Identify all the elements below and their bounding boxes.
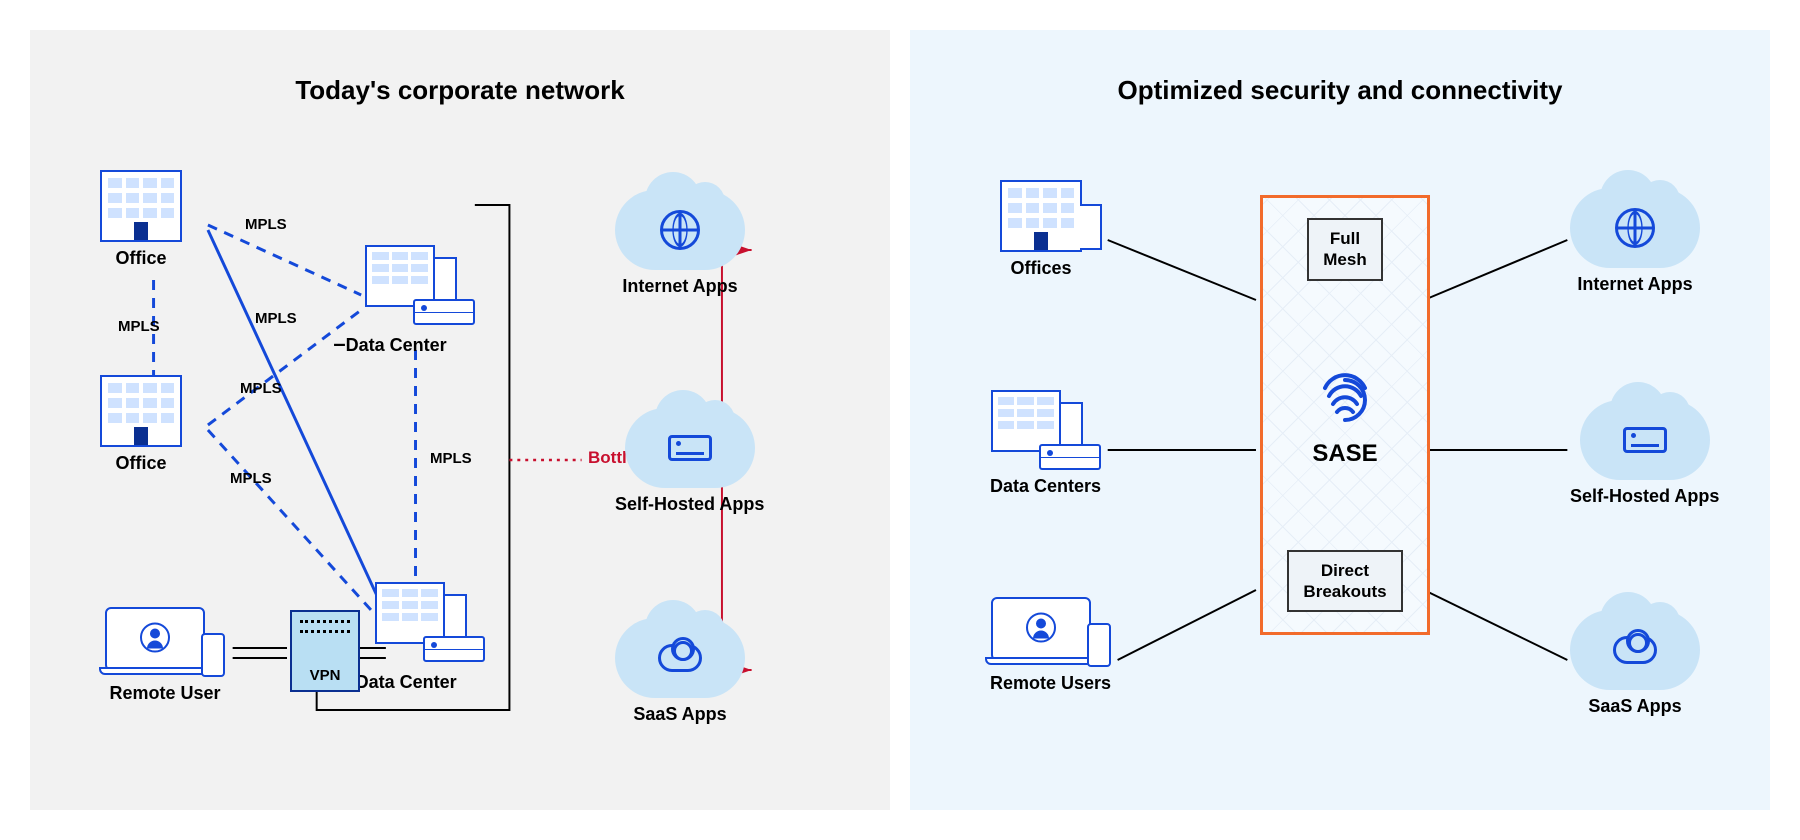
cloud-icon bbox=[1613, 636, 1657, 664]
node-dc-1: –Data Center bbox=[365, 245, 475, 357]
vpn-box: VPN bbox=[290, 610, 360, 692]
legacy-connectors bbox=[30, 30, 890, 810]
globe-icon bbox=[660, 210, 700, 250]
data-centers-label: Data Centers bbox=[990, 476, 1101, 497]
dc-2-label: –Data Center bbox=[343, 668, 456, 694]
mpls-label: MPLS bbox=[230, 470, 272, 487]
mpls-label: MPLS bbox=[240, 380, 282, 397]
node-dc-2: –Data Center bbox=[375, 582, 485, 694]
sase-full-mesh-chip: Full Mesh bbox=[1307, 218, 1382, 281]
mpls-label: MPLS bbox=[255, 310, 297, 327]
office-2-label: Office bbox=[115, 453, 166, 474]
sase-direct-breakouts-chip: Direct Breakouts bbox=[1287, 550, 1402, 613]
cloud-self-hosted-apps: Self-Hosted Apps bbox=[1570, 400, 1719, 507]
node-remote-users: Remote Users bbox=[990, 595, 1111, 694]
dc-1-label: –Data Center bbox=[333, 331, 446, 357]
remote-user-label: Remote User bbox=[109, 683, 220, 704]
saas-apps-label: SaaS Apps bbox=[1588, 696, 1681, 717]
node-remote-user: Remote User bbox=[105, 605, 225, 704]
remote-user-icon bbox=[991, 595, 1111, 667]
cloud-internet-apps: Internet Apps bbox=[615, 190, 745, 297]
cloud-icon bbox=[658, 644, 702, 672]
office-1-label: Office bbox=[115, 248, 166, 269]
cloud-internet-apps: Internet Apps bbox=[1570, 188, 1700, 295]
remote-user-icon bbox=[105, 605, 225, 677]
cloud-saas-apps: SaaS Apps bbox=[615, 618, 745, 725]
saas-apps-label: SaaS Apps bbox=[633, 704, 726, 725]
sase-label: SASE bbox=[1312, 440, 1377, 468]
panel-sase-network: Optimized security and connectivity Offi… bbox=[910, 30, 1770, 810]
fingerprint-icon bbox=[1313, 362, 1377, 426]
mpls-label: MPLS bbox=[118, 318, 160, 335]
panel-legacy-network: Today's corporate network bbox=[30, 30, 890, 810]
cloud-saas-apps: SaaS Apps bbox=[1570, 610, 1700, 717]
offices-label: Offices bbox=[1010, 258, 1071, 279]
mpls-label: MPLS bbox=[430, 450, 472, 467]
node-office-2: Office bbox=[100, 375, 182, 474]
office-building-icon bbox=[100, 170, 182, 242]
internet-apps-label: Internet Apps bbox=[622, 276, 737, 297]
panel-sase-title: Optimized security and connectivity bbox=[930, 75, 1750, 106]
datacenter-icon bbox=[365, 245, 475, 325]
node-data-centers: Data Centers bbox=[990, 390, 1101, 497]
node-office-1: Office bbox=[100, 170, 182, 269]
vpn-label: VPN bbox=[310, 667, 341, 684]
self-hosted-label: Self-Hosted Apps bbox=[615, 494, 764, 515]
server-icon bbox=[1623, 427, 1667, 453]
node-offices: Offices bbox=[1000, 180, 1082, 279]
internet-apps-label: Internet Apps bbox=[1577, 274, 1692, 295]
sase-box: Full Mesh SASE Direct Breakouts bbox=[1260, 195, 1430, 635]
datacenter-icon bbox=[991, 390, 1101, 470]
datacenter-icon bbox=[375, 582, 485, 662]
bottleneck-label: Bottleneck bbox=[588, 448, 675, 468]
panel-legacy-title: Today's corporate network bbox=[50, 75, 870, 106]
office-building-icon bbox=[100, 375, 182, 447]
remote-users-label: Remote Users bbox=[990, 673, 1111, 694]
self-hosted-label: Self-Hosted Apps bbox=[1570, 486, 1719, 507]
globe-icon bbox=[1615, 208, 1655, 248]
office-building-icon bbox=[1000, 180, 1082, 252]
mpls-label: MPLS bbox=[245, 216, 287, 233]
